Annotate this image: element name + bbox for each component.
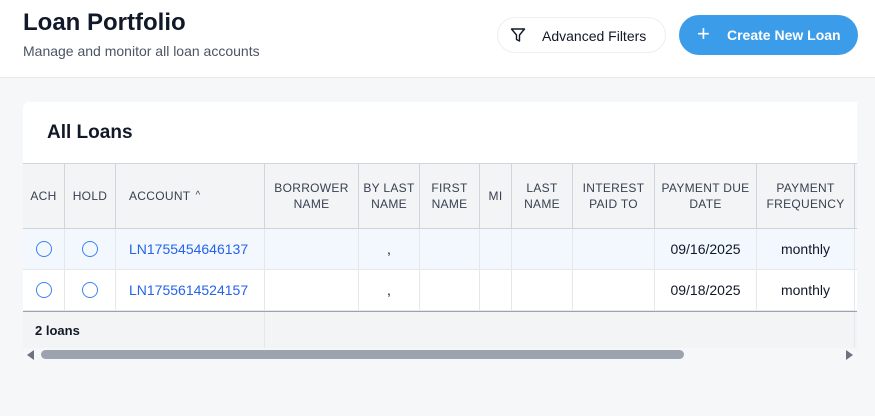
- column-header-interest-paid-to[interactable]: INTEREST PAID TO: [573, 164, 655, 228]
- last-name-cell: [512, 270, 573, 310]
- payment-frequency-cell: monthly: [757, 270, 855, 310]
- loans-table: ACH HOLD ACCOUNT ^ BORROWER NAME BY LAST…: [23, 163, 857, 348]
- page-subtitle: Manage and monitor all loan accounts: [23, 43, 260, 59]
- column-header-overflow: [855, 164, 857, 228]
- ach-cell: [23, 270, 65, 310]
- page-title: Loan Portfolio: [23, 9, 186, 36]
- overflow-cell: [855, 229, 857, 269]
- advanced-filters-label: Advanced Filters: [542, 28, 647, 44]
- account-cell: LN1755454646137: [116, 229, 265, 269]
- all-loans-panel: All Loans ACH HOLD ACCOUNT ^ BORROWER NA…: [23, 102, 857, 348]
- payment-frequency-cell: monthly: [757, 229, 855, 269]
- footer-filler: [265, 312, 855, 348]
- hold-cell: [65, 229, 116, 269]
- account-link[interactable]: LN1755454646137: [129, 241, 248, 257]
- hold-cell: [65, 270, 116, 310]
- table-row[interactable]: LN1755454646137 , 09/16/2025 monthly: [23, 229, 857, 270]
- column-header-payment-frequency[interactable]: PAYMENT FREQUENCY: [757, 164, 855, 228]
- column-header-mi[interactable]: MI: [480, 164, 512, 228]
- payment-due-date-cell: 09/16/2025: [655, 229, 757, 269]
- loan-count: 2 loans: [23, 312, 265, 348]
- column-header-account[interactable]: ACCOUNT ^: [116, 164, 265, 228]
- mi-cell: [480, 270, 512, 310]
- column-header-account-label: ACCOUNT: [129, 189, 191, 203]
- column-header-ach[interactable]: ACH: [23, 164, 65, 228]
- panel-title: All Loans: [47, 122, 133, 143]
- column-header-hold[interactable]: HOLD: [65, 164, 116, 228]
- ach-radio[interactable]: [35, 241, 52, 257]
- last-name-cell: [512, 229, 573, 269]
- create-new-loan-button[interactable]: + Create New Loan: [679, 15, 858, 55]
- create-new-loan-label: Create New Loan: [727, 27, 841, 43]
- account-link[interactable]: LN1755614524157: [129, 282, 248, 298]
- first-name-cell: [420, 270, 480, 310]
- column-header-first-name[interactable]: FIRST NAME: [420, 164, 480, 228]
- scroll-left-icon[interactable]: [27, 350, 34, 360]
- scroll-right-icon[interactable]: [846, 350, 853, 360]
- page-header: Loan Portfolio Manage and monitor all lo…: [0, 0, 875, 78]
- sort-ascending-icon: ^: [195, 190, 201, 201]
- ach-radio[interactable]: [35, 282, 52, 298]
- filter-icon: [510, 27, 526, 43]
- column-header-last-name[interactable]: LAST NAME: [512, 164, 573, 228]
- borrower-name-cell: [265, 229, 359, 269]
- scrollbar-thumb[interactable]: [41, 350, 684, 359]
- first-name-cell: [420, 229, 480, 269]
- overflow-cell: [855, 270, 857, 310]
- hold-radio[interactable]: [82, 241, 98, 257]
- account-cell: LN1755614524157: [116, 270, 265, 310]
- ach-cell: [23, 229, 65, 269]
- borrower-name-cell: [265, 270, 359, 310]
- horizontal-scrollbar[interactable]: [23, 348, 857, 362]
- column-header-payment-due-date[interactable]: PAYMENT DUE DATE: [655, 164, 757, 228]
- interest-paid-to-cell: [573, 229, 655, 269]
- by-last-name-cell: ,: [359, 229, 420, 269]
- hold-radio[interactable]: [82, 282, 98, 298]
- table-header-row: ACH HOLD ACCOUNT ^ BORROWER NAME BY LAST…: [23, 163, 857, 229]
- column-header-by-last-name[interactable]: BY LAST NAME: [359, 164, 420, 228]
- mi-cell: [480, 229, 512, 269]
- by-last-name-cell: ,: [359, 270, 420, 310]
- table-row[interactable]: LN1755614524157 , 09/18/2025 monthly: [23, 270, 857, 311]
- column-header-borrower-name[interactable]: BORROWER NAME: [265, 164, 359, 228]
- payment-due-date-cell: 09/18/2025: [655, 270, 757, 310]
- advanced-filters-button[interactable]: Advanced Filters: [497, 17, 666, 53]
- interest-paid-to-cell: [573, 270, 655, 310]
- table-footer-row: 2 loans: [23, 311, 857, 348]
- plus-icon: +: [697, 21, 710, 46]
